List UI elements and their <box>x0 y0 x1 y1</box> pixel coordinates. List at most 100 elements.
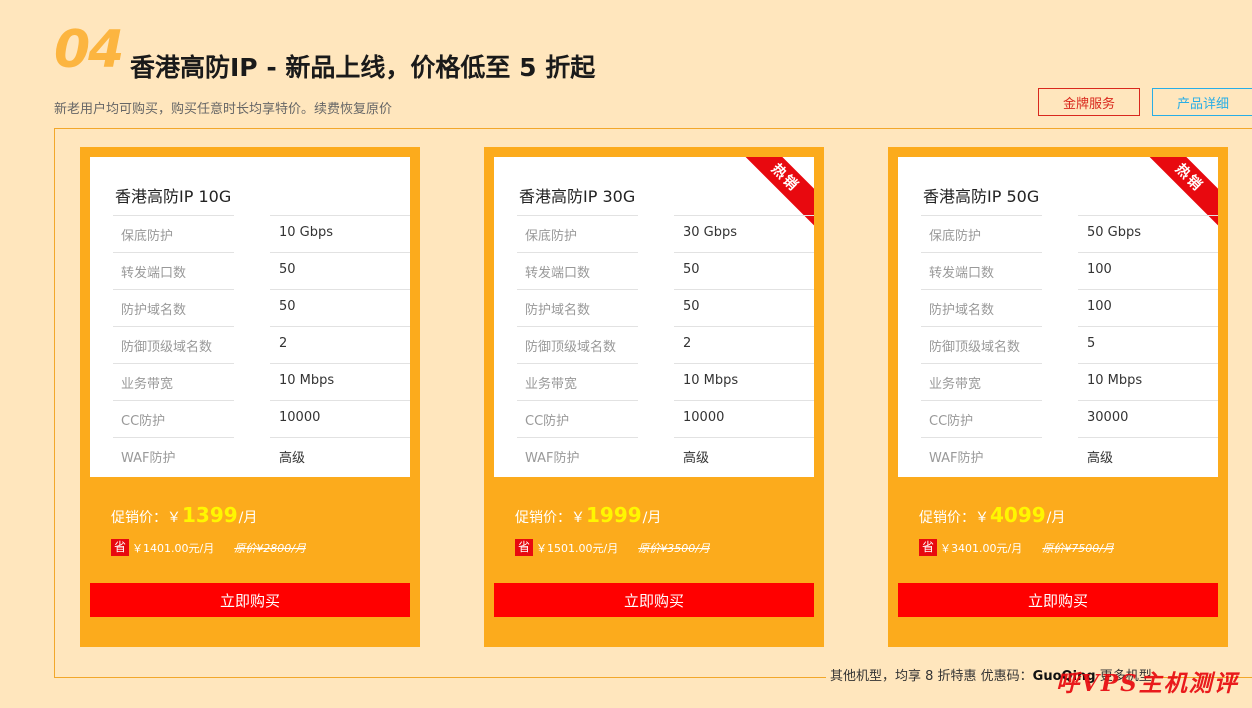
spec-value: 高级 <box>279 451 306 466</box>
spec-value: 10000 <box>279 410 321 425</box>
spec-row: 转发端口数 100 <box>921 252 1218 289</box>
spec-label: 防护域名数 <box>929 303 995 318</box>
page-title: 香港高防IP - 新品上线，价格低至 5 折起 <box>130 53 596 82</box>
spec-row: 保底防护 10 Gbps <box>113 215 410 252</box>
product-card-50g: 热销 香港高防IP 50G 保底防护 50 Gbps 转发端口数 100 防护域名数… <box>888 147 1228 647</box>
spec-row: 业务带宽 10 Mbps <box>517 363 814 400</box>
spec-value: 30 Gbps <box>683 225 738 240</box>
site-watermark: 呼VPS主机测评 <box>1056 670 1239 697</box>
price-line: 促销价：￥ 1999 /月 <box>515 503 661 527</box>
spec-label: 保底防护 <box>929 229 982 244</box>
spec-value: 10 Mbps <box>1087 373 1143 388</box>
savings-line: 省 ￥1501.00元/月 原价¥3500/月 <box>515 539 710 556</box>
spec-row: 转发端口数 50 <box>517 252 814 289</box>
spec-label: 转发端口数 <box>929 266 995 281</box>
buy-now-button[interactable]: 立即购买 <box>90 583 410 617</box>
product-card-10g: 香港高防IP 10G 保底防护 10 Gbps 转发端口数 50 防护域名数 50 防… <box>80 147 420 647</box>
spec-value: 高级 <box>683 451 710 466</box>
discount-text: 其他机型，均享 8 折特惠 优惠码： <box>830 669 1033 684</box>
price-label: 促销价：￥ <box>515 510 585 526</box>
spec-row: 防御顶级域名数 2 <box>517 326 814 363</box>
buy-now-button[interactable]: 立即购买 <box>494 583 814 617</box>
spec-value: 2 <box>279 336 288 351</box>
spec-value: 50 Gbps <box>1087 225 1142 240</box>
price-line: 促销价：￥ 1399 /月 <box>111 503 257 527</box>
spec-label: 防御顶级域名数 <box>929 340 1021 355</box>
spec-label: WAF防护 <box>929 451 984 466</box>
spec-value: 50 <box>683 299 700 314</box>
spec-label: CC防护 <box>525 414 570 429</box>
brand-service-button[interactable]: 金牌服务 <box>1038 88 1140 116</box>
spec-row: 保底防护 50 Gbps <box>921 215 1218 252</box>
spec-label: 防护域名数 <box>121 303 187 318</box>
spec-row: CC防护 10000 <box>517 400 814 437</box>
spec-value: 50 <box>279 299 296 314</box>
price-line: 促销价：￥ 4099 /月 <box>919 503 1065 527</box>
spec-value: 30000 <box>1087 410 1129 425</box>
spec-row: 防御顶级域名数 5 <box>921 326 1218 363</box>
savings-line: 省 ￥3401.00元/月 原价¥7500/月 <box>919 539 1114 556</box>
spec-row: 防护域名数 50 <box>113 289 410 326</box>
save-amount: ￥3401.00元/月 <box>940 541 1023 555</box>
buy-now-button[interactable]: 立即购买 <box>898 583 1218 617</box>
spec-table: 保底防护 10 Gbps 转发端口数 50 防护域名数 50 防御顶级域名数 2 业务带… <box>113 215 410 474</box>
section-number: 04 <box>54 20 124 80</box>
spec-label: 业务带宽 <box>929 377 982 392</box>
spec-label: CC防护 <box>121 414 166 429</box>
spec-label: 防御顶级域名数 <box>525 340 617 355</box>
price-label: 促销价：￥ <box>111 510 181 526</box>
spec-label: 转发端口数 <box>121 266 187 281</box>
card-spec-panel: 香港高防IP 10G 保底防护 10 Gbps 转发端口数 50 防护域名数 50 防… <box>90 157 410 477</box>
spec-label: 防御顶级域名数 <box>121 340 213 355</box>
price-value: 1399 <box>182 503 238 527</box>
spec-value: 10000 <box>683 410 725 425</box>
page-subtitle: 新老用户均可购买，购买任意时长均享特价。续费恢复原价 <box>54 102 393 117</box>
spec-table: 保底防护 30 Gbps 转发端口数 50 防护域名数 50 防御顶级域名数 2 业务带… <box>517 215 814 474</box>
spec-label: 保底防护 <box>525 229 578 244</box>
price-unit: /月 <box>642 510 662 526</box>
spec-value: 高级 <box>1087 451 1114 466</box>
original-price: 原价¥3500/月 <box>638 541 710 555</box>
spec-label: 业务带宽 <box>525 377 578 392</box>
card-title: 香港高防IP 50G <box>923 187 1040 206</box>
spec-row: 业务带宽 10 Mbps <box>113 363 410 400</box>
spec-value: 10 Mbps <box>279 373 335 388</box>
original-price: 原价¥2800/月 <box>234 541 306 555</box>
spec-value: 2 <box>683 336 692 351</box>
savings-line: 省 ￥1401.00元/月 原价¥2800/月 <box>111 539 306 556</box>
spec-label: CC防护 <box>929 414 974 429</box>
spec-row: WAF防护 高级 <box>517 437 814 474</box>
card-title: 香港高防IP 10G <box>115 187 232 206</box>
card-spec-panel: 热销 香港高防IP 30G 保底防护 30 Gbps 转发端口数 50 防护域名数 5… <box>494 157 814 477</box>
spec-row: 防御顶级域名数 2 <box>113 326 410 363</box>
spec-label: 保底防护 <box>121 229 174 244</box>
save-badge: 省 <box>919 539 937 556</box>
spec-value: 5 <box>1087 336 1096 351</box>
spec-table: 保底防护 50 Gbps 转发端口数 100 防护域名数 100 防御顶级域名数 5 业… <box>921 215 1218 474</box>
price-value: 4099 <box>990 503 1046 527</box>
spec-label: WAF防护 <box>121 451 176 466</box>
spec-label: WAF防护 <box>525 451 580 466</box>
spec-label: 防护域名数 <box>525 303 591 318</box>
save-badge: 省 <box>515 539 533 556</box>
spec-row: 业务带宽 10 Mbps <box>921 363 1218 400</box>
spec-row: WAF防护 高级 <box>113 437 410 474</box>
spec-value: 100 <box>1087 262 1112 277</box>
spec-value: 10 Mbps <box>683 373 739 388</box>
price-label: 促销价：￥ <box>919 510 989 526</box>
spec-value: 50 <box>279 262 296 277</box>
card-spec-panel: 热销 香港高防IP 50G 保底防护 50 Gbps 转发端口数 100 防护域名数… <box>898 157 1218 477</box>
original-price: 原价¥7500/月 <box>1042 541 1114 555</box>
save-amount: ￥1401.00元/月 <box>132 541 215 555</box>
spec-label: 业务带宽 <box>121 377 174 392</box>
price-unit: /月 <box>238 510 258 526</box>
card-title: 香港高防IP 30G <box>519 187 636 206</box>
spec-row: 防护域名数 50 <box>517 289 814 326</box>
product-detail-button[interactable]: 产品详细 <box>1152 88 1252 116</box>
spec-value: 100 <box>1087 299 1112 314</box>
spec-row: 保底防护 30 Gbps <box>517 215 814 252</box>
save-amount: ￥1501.00元/月 <box>536 541 619 555</box>
product-card-30g: 热销 香港高防IP 30G 保底防护 30 Gbps 转发端口数 50 防护域名数 5… <box>484 147 824 647</box>
save-badge: 省 <box>111 539 129 556</box>
spec-row: WAF防护 高级 <box>921 437 1218 474</box>
